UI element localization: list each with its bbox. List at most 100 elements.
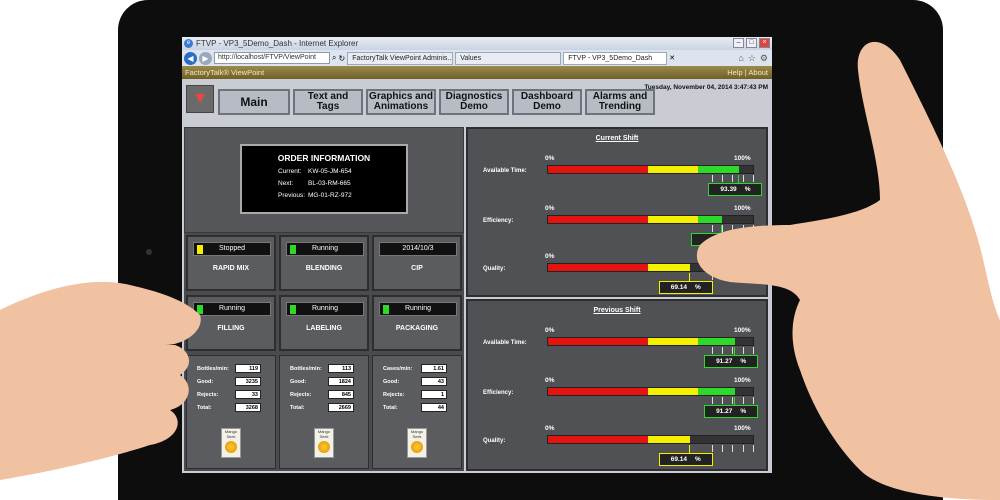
about-link[interactable]: About bbox=[748, 68, 768, 77]
home-icon[interactable]: ⌂ bbox=[738, 53, 743, 64]
refresh-icon[interactable]: ↻ bbox=[338, 54, 345, 63]
new-tab-icon[interactable]: ✕ bbox=[669, 54, 675, 62]
current-shift-panel: Current Shift Available Time: 0% 100% 93.39… bbox=[466, 127, 768, 297]
gauge-unit: % bbox=[740, 358, 747, 365]
current_shift-gauge-0: Available Time: 0% 100% 93.39% bbox=[468, 149, 768, 196]
nav-dashboard-button[interactable]: Dashboard Demo bbox=[512, 89, 582, 115]
yellow-segment bbox=[648, 436, 690, 443]
nav-alarms-button[interactable]: Alarms and Trending bbox=[585, 89, 655, 115]
gauge-max-label: 100% bbox=[734, 155, 751, 162]
gauge-bar bbox=[547, 387, 754, 396]
red-segment bbox=[548, 388, 648, 395]
rate-value: 119 bbox=[235, 364, 261, 373]
unit-status: Running bbox=[379, 302, 457, 316]
unit-labeling[interactable]: Running LABELING bbox=[279, 295, 369, 351]
unit-status: Running bbox=[286, 302, 364, 316]
back-icon[interactable]: ◀ bbox=[184, 51, 197, 65]
nav-text-tags-button[interactable]: Text and Tags bbox=[293, 89, 363, 115]
forward-icon[interactable]: ▶ bbox=[199, 51, 212, 65]
gauge-min-label: 0% bbox=[545, 327, 555, 334]
nav-main-button[interactable]: Main bbox=[218, 89, 290, 115]
gauge-tick bbox=[732, 175, 734, 182]
gauge-min-label: 0% bbox=[545, 155, 555, 162]
unit-status: Stopped bbox=[193, 242, 271, 256]
nav-graphics-button[interactable]: Graphics and Animations bbox=[366, 89, 436, 115]
rejects-label: Rejects: bbox=[290, 391, 312, 398]
tab-dash[interactable]: FTVP - VP3_5Demo_Dash bbox=[563, 51, 668, 65]
tab-viewpoint-admin[interactable]: FactoryTalk ViewPoint Adminis... bbox=[347, 51, 454, 65]
unit-filling[interactable]: Running FILLING bbox=[186, 295, 276, 351]
close-icon[interactable]: × bbox=[759, 38, 770, 48]
rate-label: Cases/min: bbox=[383, 365, 413, 372]
order-current-label: Current: bbox=[278, 168, 302, 175]
status-indicator-icon bbox=[383, 305, 389, 314]
rejects-label: Rejects: bbox=[383, 391, 405, 398]
unit-status: Running bbox=[286, 242, 364, 256]
rejects-value: 845 bbox=[328, 390, 354, 399]
logo-icon: ▼ bbox=[186, 85, 214, 113]
gauge-label: Quality: bbox=[483, 438, 506, 444]
tab-values[interactable]: Values bbox=[455, 51, 562, 65]
url-field[interactable]: http://localhost/FTVP/ViewPoint bbox=[214, 52, 330, 64]
good-value: 43 bbox=[421, 377, 447, 386]
red-segment bbox=[548, 166, 648, 173]
gauge-tick bbox=[722, 397, 724, 404]
gauge-bar bbox=[547, 165, 754, 174]
status-indicator-icon bbox=[197, 305, 203, 314]
gauge-ticks bbox=[547, 397, 754, 404]
gauge-tick bbox=[732, 273, 734, 280]
unit-rapid-mix[interactable]: Stopped RAPID MIX bbox=[186, 235, 276, 291]
total-value: 2669 bbox=[328, 403, 354, 412]
rate-label: Bottles/min: bbox=[197, 365, 229, 372]
previous_shift-gauge-1: Efficiency: 0% 100% 91.27% bbox=[468, 371, 768, 418]
gauge-tick bbox=[711, 445, 713, 452]
yellow-segment bbox=[648, 388, 698, 395]
stats-filling: Bottles/min: 119 Good: 3235 Rejects: 33 Tot… bbox=[186, 355, 276, 469]
datetime: Tuesday, November 04, 2014 3:47:43 PM bbox=[644, 84, 768, 91]
unit-status: 2014/10/3 bbox=[379, 242, 457, 256]
gauge-tick bbox=[742, 175, 744, 182]
good-value: 1824 bbox=[328, 377, 354, 386]
gauge-unit: % bbox=[740, 408, 747, 415]
nav-diagnostics-button[interactable]: Diagnostics Demo bbox=[439, 89, 509, 115]
gauge-min-label: 0% bbox=[545, 425, 555, 432]
current_shift-gauge-2: Quality: 0% 100% 69.14% bbox=[468, 247, 768, 294]
gauge-tick bbox=[753, 225, 754, 232]
gauge-ticks bbox=[547, 225, 754, 232]
gauge-tick bbox=[742, 225, 744, 232]
gauge-value: 69.14 bbox=[670, 284, 687, 291]
yellow-segment bbox=[648, 216, 698, 223]
gauge-tick bbox=[742, 445, 744, 452]
order-next-label: Next: bbox=[278, 180, 294, 187]
gauge-unit: % bbox=[694, 456, 701, 463]
green-segment bbox=[698, 166, 740, 173]
search-icon[interactable]: ⌕ bbox=[332, 53, 336, 63]
previous-shift-title: Previous Shift bbox=[593, 307, 641, 314]
rejects-value: 33 bbox=[235, 390, 261, 399]
gear-icon[interactable]: ⚙ bbox=[760, 53, 768, 64]
screen: e FTVP - VP3_5Demo_Dash - Internet Explo… bbox=[182, 37, 772, 473]
gauge-tick bbox=[753, 445, 754, 452]
nav-dashboard-label: Dashboard Demo bbox=[520, 91, 574, 112]
help-link[interactable]: Help bbox=[727, 68, 742, 77]
gauge-tick bbox=[753, 347, 754, 354]
minimize-icon[interactable]: – bbox=[733, 38, 744, 48]
gauge-ticks bbox=[547, 445, 754, 452]
unit-packaging[interactable]: Running PACKAGING bbox=[372, 295, 462, 351]
unit-blending[interactable]: Running BLENDING bbox=[279, 235, 369, 291]
gauge-bar bbox=[547, 435, 754, 444]
current_shift-gauge-1: Efficiency: 0% 100% bbox=[468, 199, 768, 246]
gauge-unit: % bbox=[694, 284, 701, 291]
home-button[interactable] bbox=[805, 235, 833, 263]
maximize-icon[interactable]: □ bbox=[746, 38, 757, 48]
rate-value: 1.61 bbox=[421, 364, 447, 373]
favorites-icon[interactable]: ☆ bbox=[748, 53, 756, 64]
unit-cip[interactable]: 2014/10/3 CIP bbox=[372, 235, 462, 291]
rate-value: 113 bbox=[328, 364, 354, 373]
gauge-max-label: 100% bbox=[734, 425, 751, 432]
gauge-ticks bbox=[547, 273, 754, 280]
unit-name: PACKAGING bbox=[395, 325, 439, 332]
gauge-tick bbox=[742, 347, 744, 354]
unit-name: LABELING bbox=[306, 325, 342, 332]
good-label: Good: bbox=[197, 378, 214, 385]
